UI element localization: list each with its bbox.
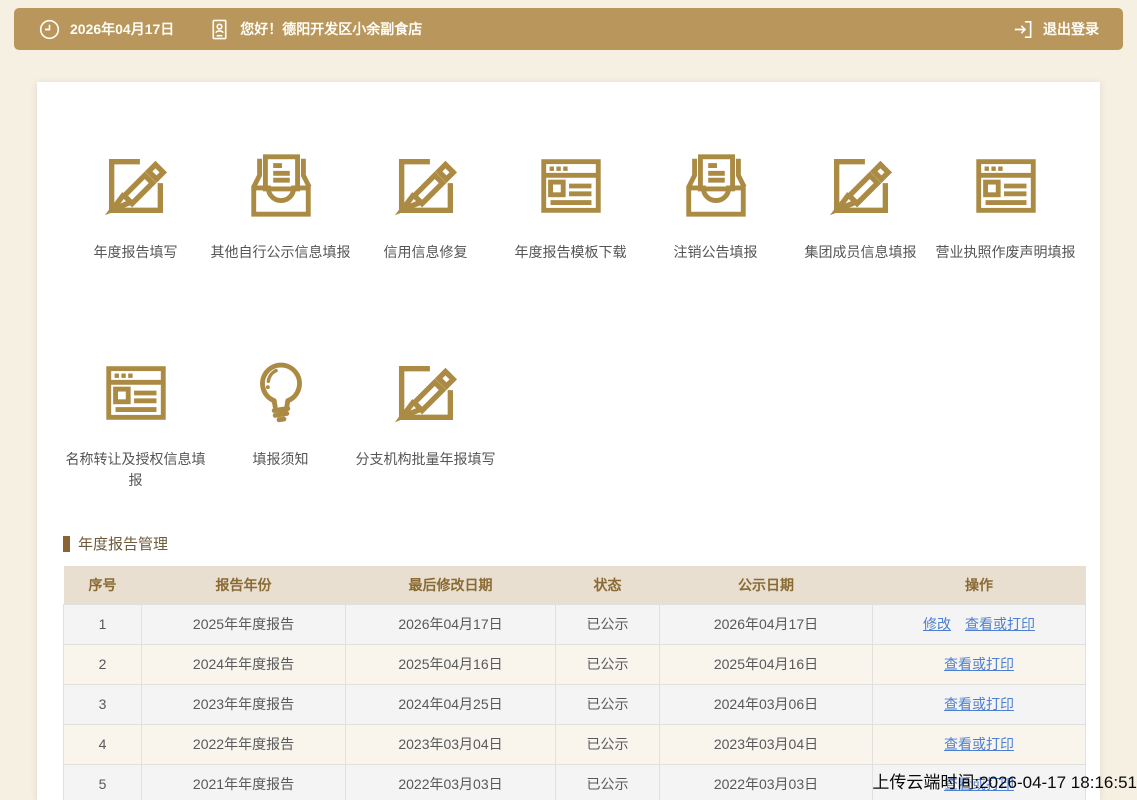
cell-publish-date: 2025年04月16日 [660, 644, 873, 684]
cell-publish-date: 2024年03月06日 [660, 684, 873, 724]
cell-actions: 查看或打印 [873, 644, 1086, 684]
main-card: 年度报告填写 其他自行公示信息填报 信用信息修复 年度报告模板下载 注销公告填报… [37, 82, 1100, 800]
cell-report-year: 2025年年度报告 [142, 604, 346, 644]
shortcut-other-self-publicity[interactable]: 其他自行公示信息填报 [208, 148, 353, 263]
col-header-publish-date: 公示日期 [660, 566, 873, 604]
action-link-view-print[interactable]: 查看或打印 [944, 736, 1014, 752]
col-header-last-modified: 最后修改日期 [346, 566, 556, 604]
bulb-icon [244, 355, 318, 431]
edit-icon [389, 355, 463, 431]
cell-last-modified: 2023年03月04日 [346, 724, 556, 764]
table-row: 4 2022年年度报告 2023年03月04日 已公示 2023年03月04日 … [64, 724, 1086, 764]
shortcut-label: 年度报告模板下载 [498, 242, 643, 263]
section-bullet [63, 536, 70, 552]
action-link-view-print[interactable]: 查看或打印 [944, 696, 1014, 712]
cell-publish-date: 2022年03月03日 [660, 764, 873, 800]
shortcut-filing-instructions[interactable]: 填报须知 [208, 355, 353, 491]
clock-icon [38, 18, 61, 41]
cell-report-year: 2024年年度报告 [142, 644, 346, 684]
cell-actions: 修改查看或打印 [873, 604, 1086, 644]
cell-status: 已公示 [556, 604, 660, 644]
cell-publish-date: 2026年04月17日 [660, 604, 873, 644]
shortcut-label: 其他自行公示信息填报 [208, 242, 353, 263]
section-title: 年度报告管理 [78, 533, 168, 554]
shortcut-label: 集团成员信息填报 [788, 242, 933, 263]
cell-index: 1 [64, 604, 142, 644]
shortcut-label: 年度报告填写 [63, 242, 208, 263]
edit-icon [824, 148, 898, 224]
cell-status: 已公示 [556, 644, 660, 684]
edit-icon [389, 148, 463, 224]
table-header-row: 序号 报告年份 最后修改日期 状态 公示日期 操作 [64, 566, 1086, 604]
shortcut-license-void-declaration[interactable]: 营业执照作废声明填报 [933, 148, 1078, 263]
cell-actions: 查看或打印 [873, 724, 1086, 764]
edit-icon [99, 148, 173, 224]
shortcut-group-member-info[interactable]: 集团成员信息填报 [788, 148, 933, 263]
col-header-actions: 操作 [873, 566, 1086, 604]
action-link-view-print[interactable]: 查看或打印 [944, 656, 1014, 672]
shortcut-branch-batch-annual-report[interactable]: 分支机构批量年报填写 [353, 355, 498, 491]
shortcut-credit-repair[interactable]: 信用信息修复 [353, 148, 498, 263]
table-row: 2 2024年年度报告 2025年04月16日 已公示 2025年04月16日 … [64, 644, 1086, 684]
shortcut-label: 分支机构批量年报填写 [353, 449, 498, 470]
date-group: 2026年04月17日 [38, 18, 174, 41]
cell-status: 已公示 [556, 724, 660, 764]
cell-publish-date: 2023年03月04日 [660, 724, 873, 764]
inbox-icon [679, 148, 753, 224]
col-header-index: 序号 [64, 566, 142, 604]
logout-label: 退出登录 [1043, 19, 1099, 39]
cell-index: 2 [64, 644, 142, 684]
cell-last-modified: 2022年03月03日 [346, 764, 556, 800]
shortcut-template-download[interactable]: 年度报告模板下载 [498, 148, 643, 263]
table-row: 3 2023年年度报告 2024年04月25日 已公示 2024年03月06日 … [64, 684, 1086, 724]
cell-index: 3 [64, 684, 142, 724]
browser-icon [969, 148, 1043, 224]
shortcut-label: 营业执照作废声明填报 [933, 242, 1078, 263]
col-header-report-year: 报告年份 [142, 566, 346, 604]
cell-status: 已公示 [556, 764, 660, 800]
shortcut-annual-report-write[interactable]: 年度报告填写 [63, 148, 208, 263]
logout-button[interactable]: 退出登录 [1011, 18, 1099, 41]
upload-timestamp-watermark: 上传云端时间:2026-04-17 18:16:51 [872, 768, 1137, 793]
user-badge-icon [208, 18, 231, 41]
action-link-view-print[interactable]: 查看或打印 [965, 616, 1035, 632]
browser-icon [534, 148, 608, 224]
inbox-icon [244, 148, 318, 224]
shortcut-label: 名称转让及授权信息填报 [63, 449, 208, 491]
logout-icon [1011, 18, 1034, 41]
shortcut-label: 信用信息修复 [353, 242, 498, 263]
cell-report-year: 2023年年度报告 [142, 684, 346, 724]
shortcut-label: 填报须知 [208, 449, 353, 470]
shortcut-label: 注销公告填报 [643, 242, 788, 263]
current-date: 2026年04月17日 [70, 19, 174, 39]
shortcut-cancellation-notice[interactable]: 注销公告填报 [643, 148, 788, 263]
cell-status: 已公示 [556, 684, 660, 724]
annual-report-table: 序号 报告年份 最后修改日期 状态 公示日期 操作 1 2025年年度报告 20… [63, 566, 1086, 800]
cell-report-year: 2022年年度报告 [142, 724, 346, 764]
browser-icon [99, 355, 173, 431]
cell-index: 4 [64, 724, 142, 764]
shortcut-name-transfer-authorization[interactable]: 名称转让及授权信息填报 [63, 355, 208, 491]
cell-last-modified: 2025年04月16日 [346, 644, 556, 684]
shortcut-grid: 年度报告填写 其他自行公示信息填报 信用信息修复 年度报告模板下载 注销公告填报… [63, 148, 1100, 491]
cell-report-year: 2021年年度报告 [142, 764, 346, 800]
cell-index: 5 [64, 764, 142, 800]
user-greeting: 您好！德阳开发区小余副食店 [240, 19, 422, 39]
topbar: 2026年04月17日 您好！德阳开发区小余副食店 退出登录 [14, 8, 1123, 50]
cell-actions: 查看或打印 [873, 684, 1086, 724]
user-group: 您好！德阳开发区小余副食店 [208, 18, 422, 41]
col-header-status: 状态 [556, 566, 660, 604]
table-row: 1 2025年年度报告 2026年04月17日 已公示 2026年04月17日 … [64, 604, 1086, 644]
section-head: 年度报告管理 [63, 533, 1100, 554]
action-link-modify[interactable]: 修改 [923, 616, 951, 632]
cell-last-modified: 2024年04月25日 [346, 684, 556, 724]
cell-last-modified: 2026年04月17日 [346, 604, 556, 644]
